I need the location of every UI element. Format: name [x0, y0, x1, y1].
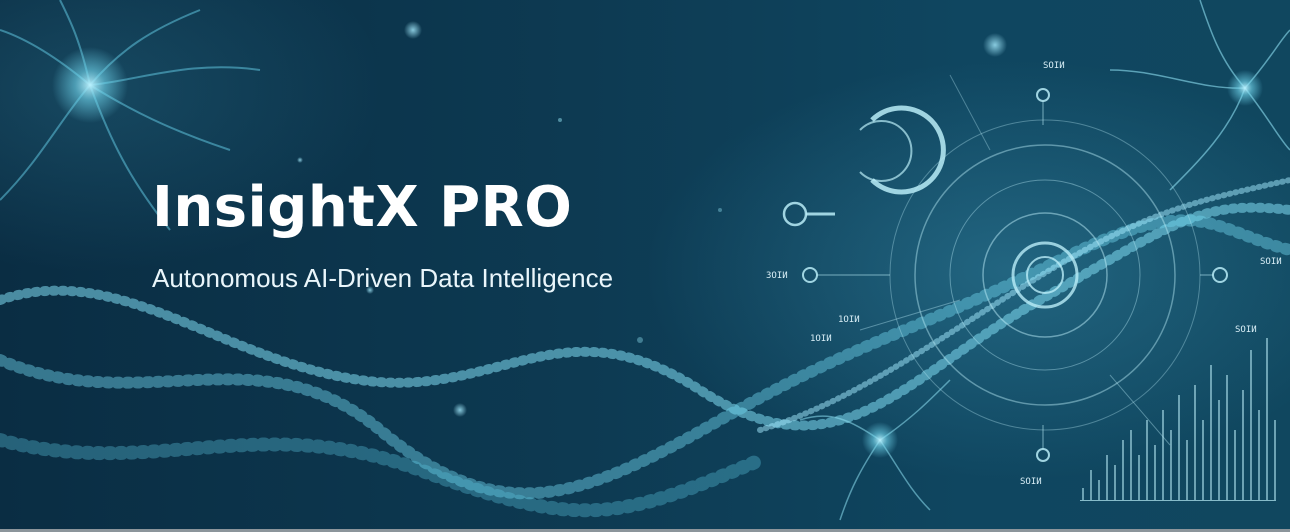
hud-label-mid-lower: 1OIИ: [810, 334, 832, 344]
hud-label-left: 3OIИ: [766, 271, 788, 281]
hud-label-top: SOIИ: [1043, 61, 1065, 71]
neuron-icon: [799, 379, 951, 521]
radar-icon: [782, 74, 1228, 462]
hud-label-right: SOIИ: [1260, 257, 1282, 267]
hud-label-bottom: SOIИ: [1020, 477, 1042, 487]
hero-banner: SOIИ 3OIИ SOIИ 1OIИ 1OIИ SOIИ SOIИ Insig…: [0, 0, 1290, 532]
neuron-icon: [1109, 0, 1290, 191]
hero-title: InsightX PRO: [152, 175, 573, 240]
hero-subtitle: Autonomous AI-Driven Data Intelligence: [152, 263, 614, 293]
hud-label-chart: SOIИ: [1235, 325, 1257, 335]
bar-chart-icon: [1080, 338, 1276, 501]
hud-label-mid-upper: 1OIИ: [838, 315, 860, 325]
